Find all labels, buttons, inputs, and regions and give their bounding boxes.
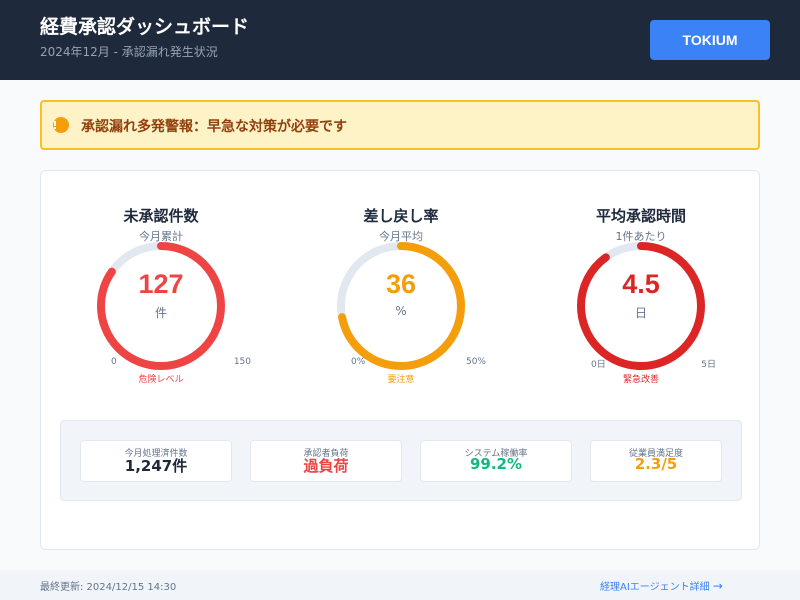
gauge-max-label: 5日 [701, 360, 716, 370]
gauge-value: 127 [138, 269, 184, 299]
gauge-min-label: 0 [111, 357, 117, 367]
gauge-unit: 日 [634, 306, 647, 320]
ai-agent-details-link[interactable]: 経理AIエージェント詳細 → [600, 578, 723, 593]
stat-value: 2.3/5 [634, 455, 678, 473]
stat-value: 1,247件 [124, 457, 188, 475]
gauge-unit: 件 [154, 306, 167, 320]
gauge-max-label: 150 [233, 357, 251, 367]
gauge-title: 差し戻し率 [363, 207, 439, 225]
gauge-approval-time: 平均承認時間 1件あたり 4.5 日 0日 5日 緊急改善 [551, 201, 731, 391]
arrow-right-icon: → [712, 579, 723, 593]
tokium-button[interactable]: TOKIUM [650, 20, 770, 60]
warning-circle-icon [53, 117, 69, 133]
footer: 最終更新: 2024/12/15 14:30 経理AIエージェント詳細 → [0, 570, 800, 600]
gauge-min-label: 0% [351, 357, 366, 367]
metrics-card: 未承認件数 今月累計 127 件 0 150 危険レベル 差し戻し率 今月平均 … [40, 170, 760, 550]
gauge-unapproved-count: 未承認件数 今月累計 127 件 0 150 危険レベル [71, 201, 251, 391]
stat-employee-satisfaction: 従業員満足度 2.3/5 [590, 440, 722, 482]
alert-banner: 承認漏れ多発警報：早急な対策が必要です [40, 100, 760, 150]
gauge-max-label: 50% [465, 357, 486, 367]
gauge-return-rate: 差し戻し率 今月平均 36 % 0% 50% 要注意 [311, 201, 491, 391]
gauge-title: 未承認件数 [123, 207, 199, 225]
gauge-value: 36 [385, 269, 417, 299]
last-updated: 最終更新: 2024/12/15 14:30 [40, 582, 177, 593]
stat-value: 99.2% [469, 455, 523, 473]
page-title: 経費承認ダッシュボード [40, 16, 250, 38]
dashboard-header: 経費承認ダッシュボード 2024年12月 - 承認漏れ発生状況 TOKIUM [0, 0, 800, 80]
gauge-unit: % [395, 304, 407, 318]
link-label: 経理AIエージェント詳細 [600, 582, 710, 593]
stat-system-uptime: システム稼働率 99.2% [420, 440, 572, 482]
alert-text: 承認漏れ多発警報：早急な対策が必要です [81, 119, 347, 135]
gauge-value: 4.5 [622, 269, 660, 299]
stat-approver-load: 承認者負荷 過負荷 [250, 440, 402, 482]
stat-value: 過負荷 [303, 457, 349, 475]
gauge-min-label: 0日 [591, 360, 606, 370]
gauge-status: 緊急改善 [622, 375, 659, 385]
stats-panel: 今月処理済件数 1,247件 承認者負荷 過負荷 システム稼働率 99.2% 従… [60, 420, 742, 501]
gauge-status: 要注意 [387, 375, 415, 385]
stat-processed-count: 今月処理済件数 1,247件 [80, 440, 232, 482]
gauge-title: 平均承認時間 [595, 207, 686, 225]
page-subtitle: 2024年12月 - 承認漏れ発生状況 [40, 45, 218, 59]
gauge-status: 危険レベル [138, 375, 184, 385]
